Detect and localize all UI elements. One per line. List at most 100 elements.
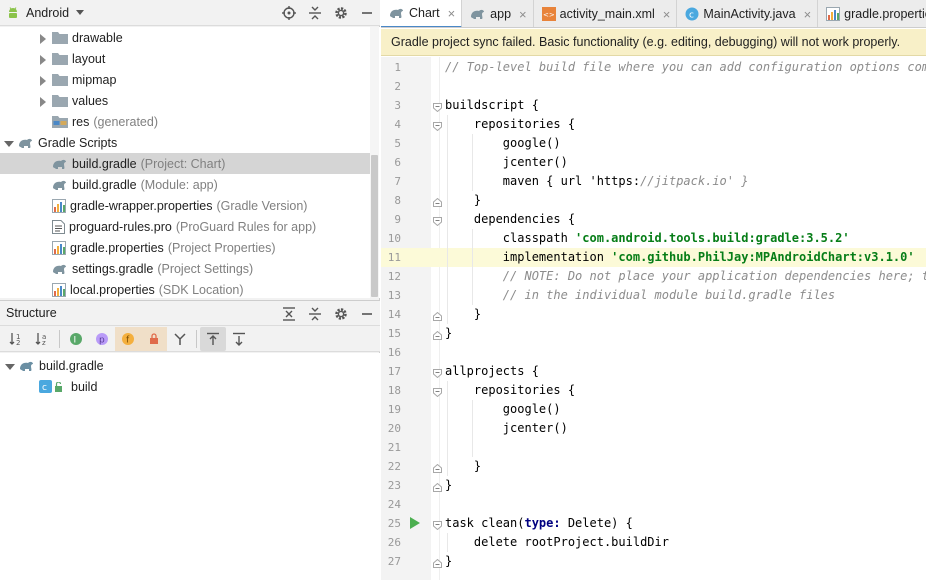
tree-item[interactable]: layout [0,48,370,69]
tree-item[interactable]: drawable [0,27,370,48]
structure-settings-button[interactable] [328,301,354,327]
project-view-selector[interactable]: Android [6,6,85,20]
expand-all-icon [283,307,295,321]
fold-end-icon[interactable] [433,329,442,340]
code-line[interactable]: 22 } [381,457,926,476]
code-line[interactable]: 7 maven { url 'https://jitpack.io' } [381,172,926,191]
code-editor[interactable]: 1 // Top-level build file where you can a… [381,57,926,580]
fold-end-icon[interactable] [433,310,442,321]
project-tree-scrollbar[interactable] [370,27,379,298]
code-line[interactable]: 27} [381,552,926,571]
code-text: repositories { [445,383,576,397]
code-line[interactable]: 3 buildscript { [381,96,926,115]
line-number: 26 [387,536,401,549]
tree-item-detail: (Gradle Version) [216,198,308,213]
code-line[interactable]: 14 } [381,305,926,324]
tree-item[interactable]: res (generated) [0,111,370,132]
fold-end-icon[interactable] [433,196,442,207]
code-line[interactable]: 24 [381,495,926,514]
tree-item[interactable]: settings.gradle (Project Settings) [0,258,370,279]
editor-tab[interactable]: Chart × [381,0,463,27]
locate-file-button[interactable] [276,0,302,26]
code-line[interactable]: 26 delete rootProject.buildDir [381,533,926,552]
structure-node-build[interactable]: c build [0,376,370,397]
tree-item[interactable]: local.properties (SDK Location) [0,279,370,298]
code-line[interactable]: 4 repositories { [381,115,926,134]
code-line[interactable]: 13 // in the individual module build.gra… [381,286,926,305]
close-tab-icon[interactable]: × [519,7,527,22]
code-line[interactable]: 2 [381,77,926,96]
tree-item-detail: (Project: Chart) [140,156,226,171]
editor-tab[interactable]: c MainActivity.java × [677,0,819,27]
sort-by-type-button[interactable]: 12 [4,327,30,351]
fold-end-icon[interactable] [433,557,442,568]
show-fields-button[interactable]: f [115,326,141,351]
line-number: 16 [387,346,401,359]
line-number: 7 [394,175,401,188]
expand-collapse-button[interactable] [276,301,302,327]
code-line[interactable]: 17 allprojects { [381,362,926,381]
fold-marker-icon[interactable] [433,120,442,132]
close-tab-icon[interactable]: × [448,6,456,21]
fold-marker-icon[interactable] [433,215,442,227]
collapse-all-button[interactable] [302,301,328,327]
settings-button[interactable] [328,0,354,26]
close-tab-icon[interactable]: × [804,7,812,22]
autoscroll-from-source-button[interactable] [226,327,252,351]
fold-end-icon[interactable] [433,481,442,492]
code-line[interactable]: 6 jcenter() [381,153,926,172]
collapsed-arrow-icon[interactable] [38,54,48,65]
code-line[interactable]: 16 [381,343,926,362]
tree-item[interactable]: values [0,90,370,111]
code-line[interactable]: 18 repositories { [381,381,926,400]
show-lambdas-button[interactable] [167,327,193,351]
code-line[interactable]: 5 google() [381,134,926,153]
close-tab-icon[interactable]: × [663,7,671,22]
fold-marker-icon[interactable] [433,386,442,398]
code-line[interactable]: 19 google() [381,400,926,419]
show-inherited-button[interactable]: I [63,327,89,351]
collapsed-arrow-icon[interactable] [38,33,48,44]
tree-item[interactable]: mipmap [0,69,370,90]
fold-marker-icon[interactable] [433,101,442,113]
code-line[interactable]: 11 implementation 'com.github.PhilJay:MP… [381,248,926,267]
tree-item[interactable]: gradle.properties (Project Properties) [0,237,370,258]
tree-item[interactable]: Gradle Scripts [0,132,370,153]
code-line[interactable]: 23} [381,476,926,495]
code-line[interactable]: 10 classpath 'com.android.tools.build:gr… [381,229,926,248]
show-properties-button[interactable]: p [89,327,115,351]
fold-marker-icon[interactable] [433,367,442,379]
run-gutter-icon[interactable] [409,517,421,529]
tree-item[interactable]: gradle-wrapper.properties (Gradle Version… [0,195,370,216]
editor-tab[interactable]: gradle.properties [818,0,926,27]
autoscroll-to-source-button[interactable] [200,326,226,351]
hide-panel-button[interactable] [354,0,380,26]
editor-tab[interactable]: app × [462,0,534,27]
collapsed-arrow-icon[interactable] [38,96,48,107]
scrollbar-thumb[interactable] [371,155,378,297]
tree-item[interactable]: build.gradle (Project: Chart) [0,153,370,174]
code-line[interactable]: 9 dependencies { [381,210,926,229]
expanded-arrow-icon[interactable] [4,138,14,148]
tree-item[interactable]: build.gradle (Module: app) [0,174,370,195]
fold-end-icon[interactable] [433,462,442,473]
expand-arrow-icon[interactable] [5,361,15,371]
code-text: // in the individual module build.gradle… [502,288,836,302]
line-number: 11 [387,251,401,264]
tree-item[interactable]: proguard-rules.pro (ProGuard Rules for ap… [0,216,370,237]
code-line[interactable]: 21 [381,438,926,457]
code-line[interactable]: 8 } [381,191,926,210]
code-line[interactable]: 1 // Top-level build file where you can a… [381,58,926,77]
code-line[interactable]: 12 // NOTE: Do not place your applicatio… [381,267,926,286]
collapse-all-button[interactable] [302,0,328,26]
sort-alpha-button[interactable]: az [30,327,56,351]
code-line[interactable]: 25 task clean(type: Delete) { [381,514,926,533]
editor-tab[interactable]: <> activity_main.xml × [534,0,678,27]
structure-node-file[interactable]: build.gradle [0,355,370,376]
fold-marker-icon[interactable] [433,519,442,531]
collapsed-arrow-icon[interactable] [38,75,48,86]
code-line[interactable]: 20 jcenter() [381,419,926,438]
hide-structure-button[interactable] [354,301,380,327]
code-line[interactable]: 15} [381,324,926,343]
show-non-public-button[interactable] [141,326,167,351]
